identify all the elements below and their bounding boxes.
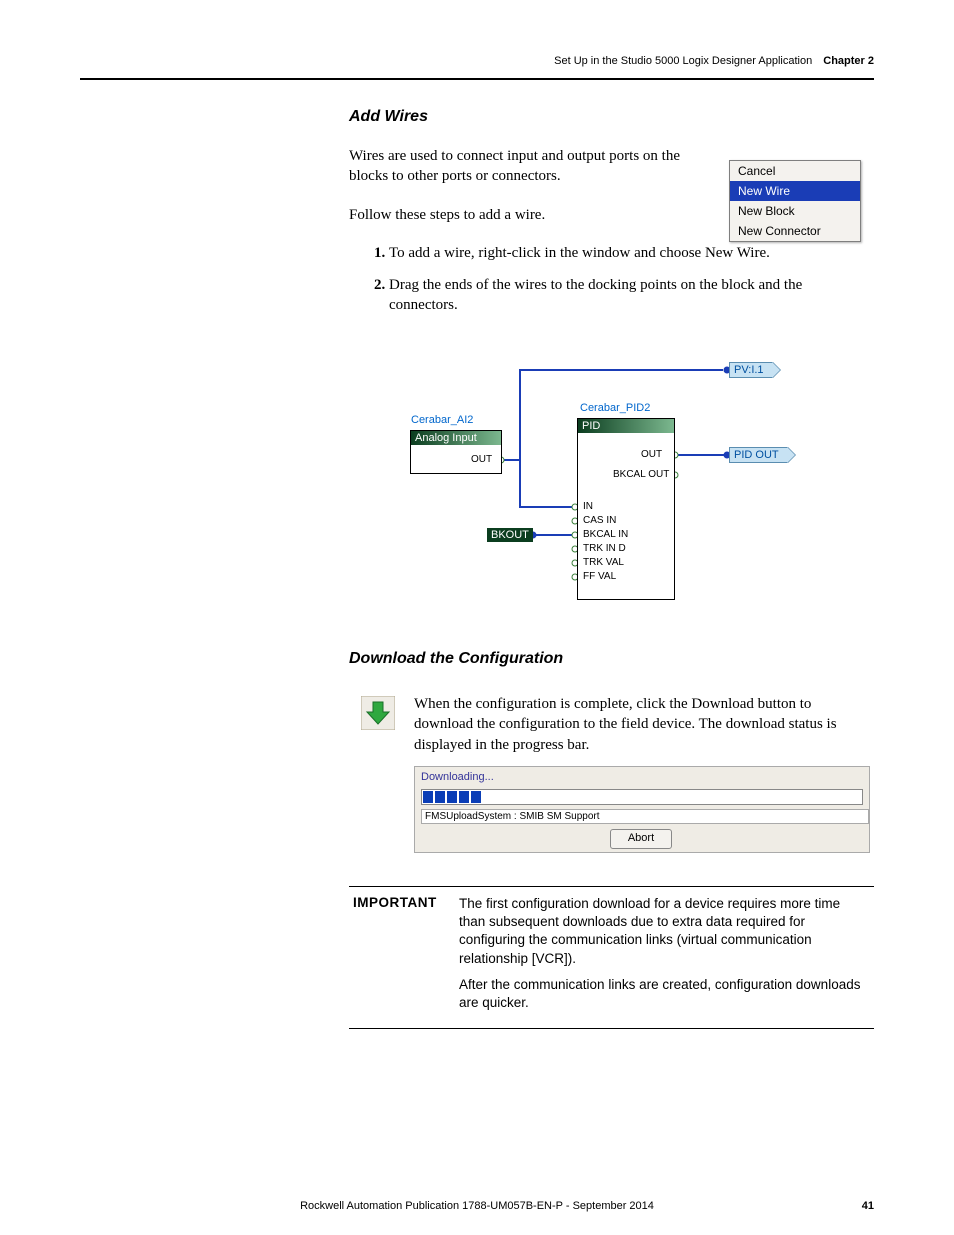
menu-item-new-connector[interactable]: New Connector: [730, 221, 860, 241]
download-status-label: Downloading...: [421, 771, 494, 783]
header-title: Set Up in the Studio 5000 Logix Designer…: [554, 55, 812, 67]
important-para-1: The first configuration download for a d…: [459, 895, 870, 968]
abort-button[interactable]: Abort: [610, 829, 672, 849]
footer-page-number: 41: [862, 1200, 874, 1212]
block2-port-ffval: FF VAL: [583, 571, 616, 582]
menu-item-new-wire[interactable]: New Wire: [730, 181, 860, 201]
ref-tag-pidout[interactable]: PID OUT: [729, 447, 788, 463]
context-menu-figure: Cancel New Wire New Block New Connector: [729, 160, 861, 242]
section-title-download: Download the Configuration: [349, 650, 874, 668]
block2-port-casin: CAS IN: [583, 515, 616, 526]
block1-title: Cerabar_AI2: [411, 414, 473, 426]
step-text: Drag the ends of the wires to the dockin…: [389, 277, 802, 313]
instruction-text: Follow these steps to add a wire.: [349, 205, 694, 225]
block-analog-input[interactable]: Analog Input: [410, 430, 502, 474]
download-arrow-icon: [361, 696, 395, 730]
ref-tag-pv[interactable]: PV:I.1: [729, 362, 773, 378]
footer-publication: Rockwell Automation Publication 1788-UM0…: [300, 1200, 654, 1212]
block2-title: Cerabar_PID2: [580, 402, 650, 414]
important-box: IMPORTANT The first configuration downlo…: [349, 886, 874, 1029]
important-para-2: After the communication links are create…: [459, 976, 870, 1012]
download-section: Download the Configuration When the conf…: [349, 650, 874, 688]
block2-header: PID: [578, 419, 674, 433]
download-body-text: When the configuration is complete, clic…: [414, 694, 868, 755]
important-message: The first configuration download for a d…: [459, 887, 874, 1028]
running-header: Set Up in the Studio 5000 Logix Designer…: [554, 55, 874, 67]
step-item: Drag the ends of the wires to the dockin…: [389, 275, 874, 316]
block1-port-out: OUT: [471, 454, 492, 465]
block2-port-out: OUT: [641, 449, 662, 460]
header-chapter: Chapter 2: [823, 55, 874, 67]
header-rule: [80, 78, 874, 80]
block2-port-bkcalout: BKCAL OUT: [613, 469, 669, 480]
download-progress-figure: Downloading... FMSUploadSystem : SMIB SM…: [414, 766, 870, 853]
menu-item-new-block[interactable]: New Block: [730, 201, 860, 221]
block2-port-trkind: TRK IN D: [583, 543, 626, 554]
function-block-diagram: Cerabar_AI2 Analog Input OUT Cerabar_PID…: [405, 362, 795, 602]
section-title-add-wires: Add Wires: [349, 108, 874, 126]
block1-header: Analog Input: [411, 431, 501, 445]
tag-bkout[interactable]: BKOUT: [487, 528, 533, 542]
block2-port-bkcalin: BKCAL IN: [583, 529, 628, 540]
intro-text: Wires are used to connect input and outp…: [349, 146, 694, 187]
important-label: IMPORTANT: [349, 887, 459, 1028]
block2-port-trkval: TRK VAL: [583, 557, 624, 568]
block2-port-in: IN: [583, 501, 593, 512]
progress-bar: [421, 789, 863, 805]
step-text: To add a wire, right-click in the window…: [389, 245, 770, 261]
menu-item-cancel[interactable]: Cancel: [730, 161, 860, 181]
steps-list: To add a wire, right-click in the window…: [349, 243, 874, 316]
download-status-text: FMSUploadSystem : SMIB SM Support: [421, 809, 869, 824]
step-item: To add a wire, right-click in the window…: [389, 243, 874, 263]
